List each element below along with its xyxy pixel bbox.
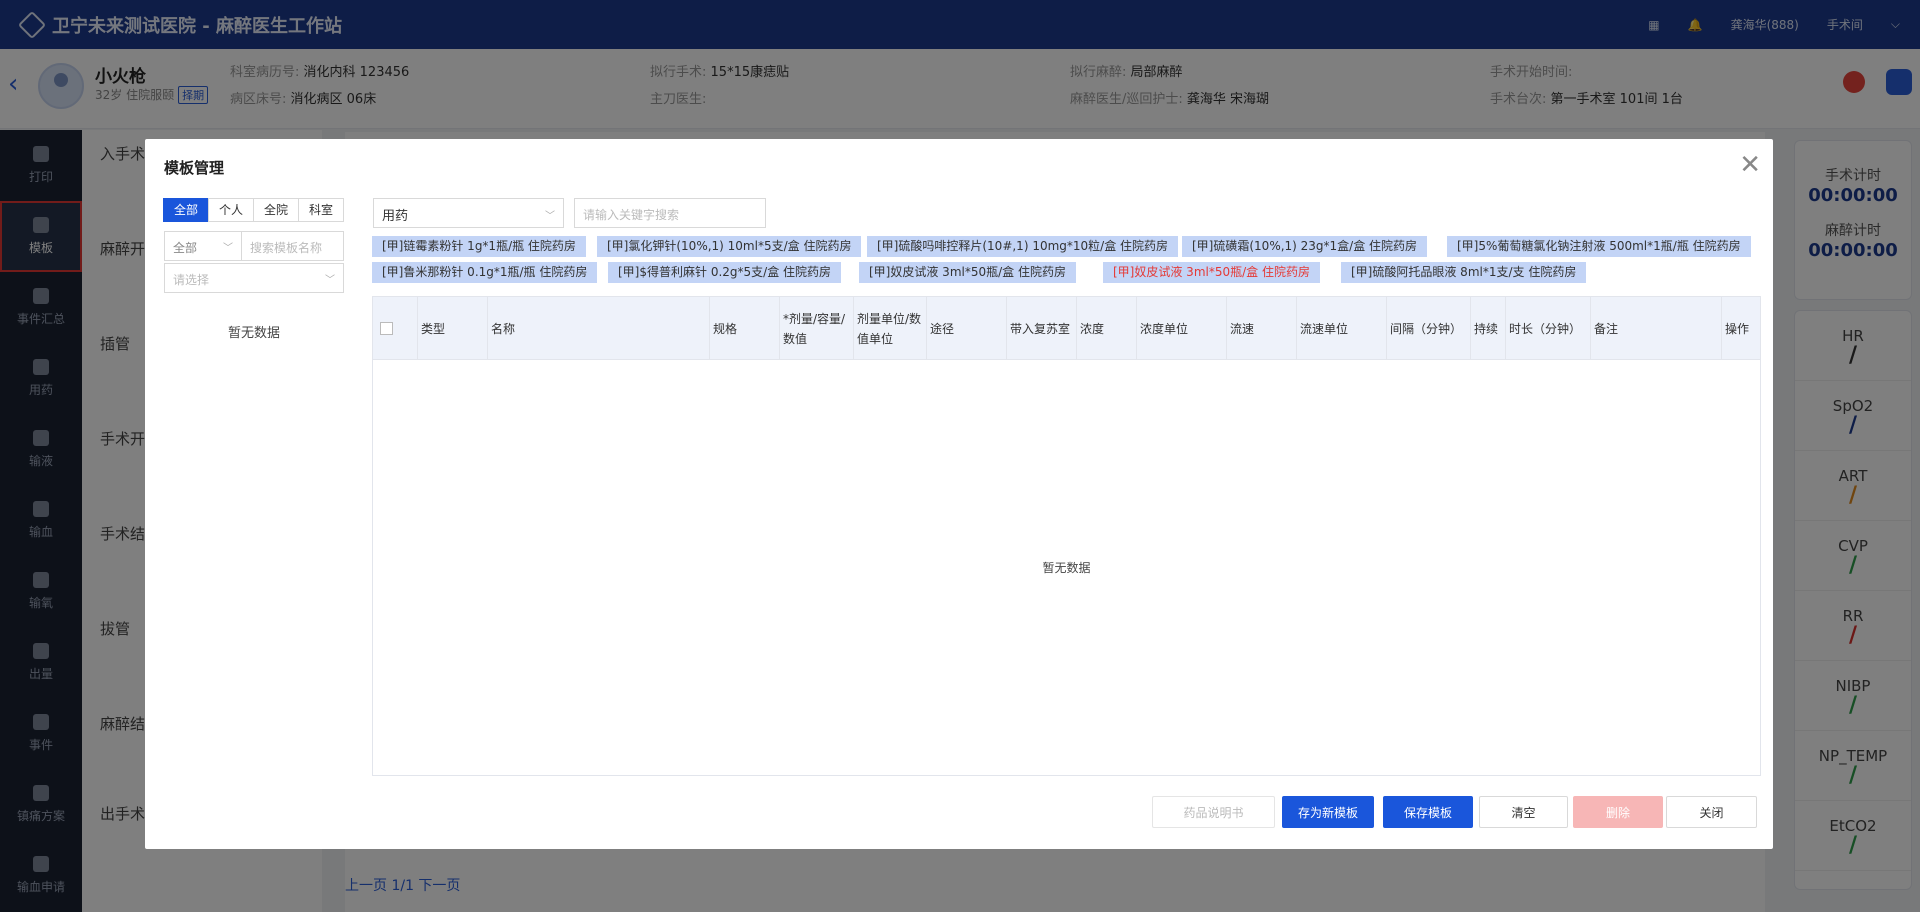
tab-all[interactable]: 全部 — [163, 198, 210, 222]
col-spec: 规格 — [710, 297, 780, 360]
delete-button[interactable]: 删除 — [1573, 796, 1663, 828]
save-template-button[interactable]: 保存模板 — [1383, 796, 1473, 828]
drug-tag[interactable]: [甲]鲁米那粉针 0.1g*1瓶/瓶 住院药房 — [372, 262, 598, 283]
drug-manual-button[interactable]: 药品说明书 — [1152, 796, 1275, 828]
close-icon[interactable]: ✕ — [1739, 152, 1761, 178]
template-items-table: 类型 名称 规格 *剂量/容量/数值 剂量单位/数值单位 途径 带入复苏室 浓度… — [372, 296, 1761, 776]
template-management-dialog: 模板管理 ✕ 全部 个人 全院 科室 全部 ﹀ 搜索模板名称 请选择 ﹀ 暂无数据 … — [145, 139, 1773, 849]
col-remark: 备注 — [1591, 297, 1722, 360]
tab-department[interactable]: 科室 — [298, 198, 345, 222]
template-search-input[interactable]: 搜索模板名称 — [241, 231, 344, 261]
drug-tag[interactable]: [甲]$得普利麻针 0.2g*5支/盒 住院药房 — [608, 262, 842, 283]
chevron-down-icon: ﹀ — [223, 243, 233, 254]
table-empty: 暂无数据 — [1042, 561, 1091, 575]
col-concentration-unit: 浓度单位 — [1137, 297, 1227, 360]
table-header: 类型 名称 规格 *剂量/容量/数值 剂量单位/数值单位 途径 带入复苏室 浓度… — [373, 297, 1760, 360]
col-action: 操作 — [1725, 321, 1750, 336]
drug-tag[interactable]: [甲]5%葡萄糖氯化钠注射液 500ml*1瓶/瓶 住院药房 — [1447, 236, 1751, 257]
item-type-select[interactable]: 用药 ﹀ — [373, 198, 564, 228]
col-flow-unit: 流速单位 — [1297, 297, 1387, 360]
col-to-recovery: 带入复苏室 — [1007, 297, 1077, 360]
dialog-title: 模板管理 — [164, 159, 225, 177]
keyword-search-input[interactable]: 请输入关键字搜索 — [574, 198, 766, 228]
drug-tag[interactable]: [甲]氯化钾针(10%,1) 10ml*5支/盒 住院药房 — [597, 236, 862, 257]
tab-hospital[interactable]: 全院 — [253, 198, 300, 222]
col-continuous: 持续 — [1471, 297, 1506, 360]
template-filter-select[interactable]: 全部 ﹀ — [164, 231, 241, 261]
drug-tag[interactable]: [甲]奴皮试液 3ml*50瓶/盒 住院药房 — [1103, 262, 1320, 283]
col-interval: 间隔（分钟） — [1387, 297, 1471, 360]
save-as-new-template-button[interactable]: 存为新模板 — [1282, 796, 1374, 828]
drug-tag[interactable]: [甲]硫酸阿托品眼液 8ml*1支/支 住院药房 — [1341, 262, 1587, 283]
clear-button[interactable]: 清空 — [1479, 796, 1568, 828]
col-route: 途径 — [927, 297, 1007, 360]
drug-tag[interactable]: [甲]奴皮试液 3ml*50瓶/盒 住院药房 — [859, 262, 1076, 283]
col-duration: 时长（分钟） — [1506, 297, 1591, 360]
drug-tag[interactable]: [甲]硫磺霜(10%,1) 23g*1盒/盒 住院药房 — [1182, 236, 1428, 257]
col-concentration: 浓度 — [1077, 297, 1137, 360]
col-name: 名称 — [488, 297, 710, 360]
template-category-select[interactable]: 请选择 ﹀ — [164, 263, 344, 293]
drug-tag[interactable]: [甲]硫酸吗啡控释片(10#,1) 10mg*10粒/盒 住院药房 — [867, 236, 1179, 257]
col-flow-rate: 流速 — [1227, 297, 1297, 360]
col-dose: *剂量/容量/数值 — [780, 297, 854, 360]
chevron-down-icon: ﹀ — [325, 275, 335, 286]
close-button[interactable]: 关闭 — [1666, 796, 1757, 828]
chevron-down-icon: ﹀ — [545, 211, 555, 222]
template-list-empty: 暂无数据 — [227, 326, 280, 341]
col-dose-unit: 剂量单位/数值单位 — [854, 297, 927, 360]
scope-tabs: 全部 个人 全院 科室 — [163, 198, 345, 222]
select-all-checkbox[interactable] — [373, 297, 418, 360]
drug-tag[interactable]: [甲]链霉素粉针 1g*1瓶/瓶 住院药房 — [372, 236, 586, 257]
col-type: 类型 — [418, 297, 488, 360]
tab-personal[interactable]: 个人 — [208, 198, 255, 222]
